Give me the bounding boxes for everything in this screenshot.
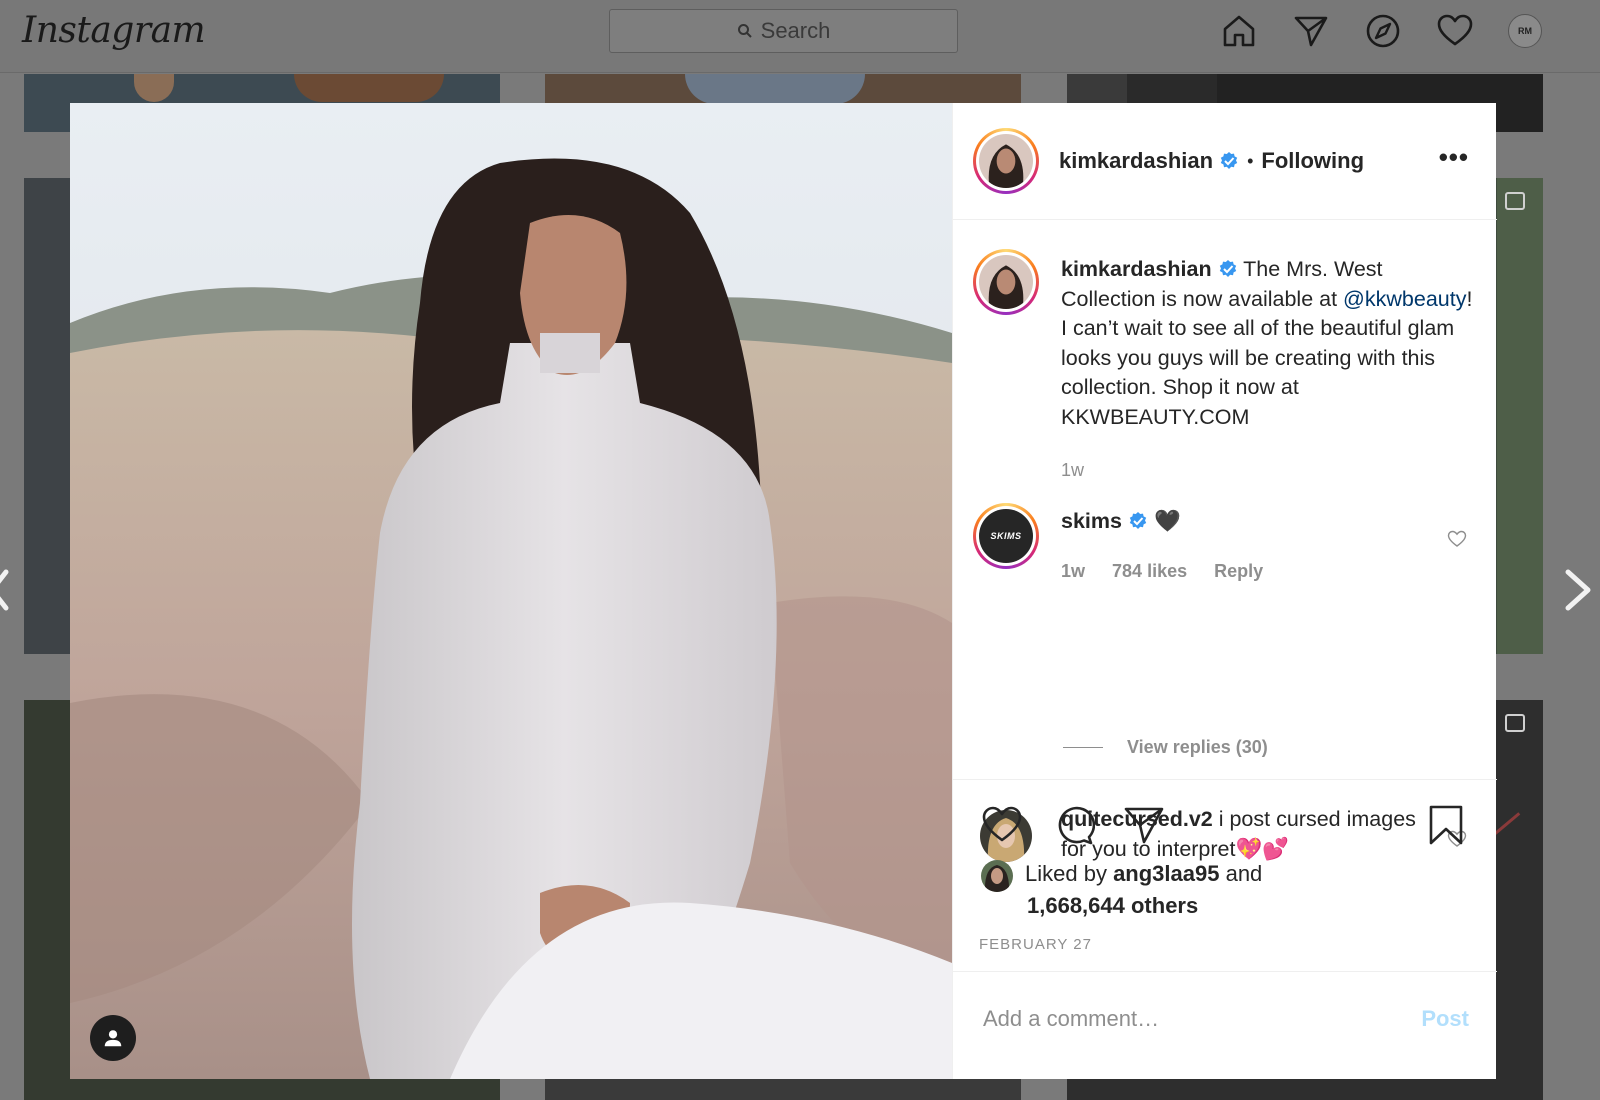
instagram-logo[interactable]: Instagram xyxy=(22,10,206,51)
likes-summary: Liked by ang3laa95 and 1,668,644 others xyxy=(981,858,1262,922)
like-comment-icon[interactable] xyxy=(1447,529,1467,549)
more-options-icon[interactable]: ••• xyxy=(1439,144,1469,170)
view-replies-button[interactable]: View replies (30) xyxy=(1063,737,1268,758)
caption-timestamp: 1w xyxy=(1061,460,1085,480)
like-heart-icon[interactable] xyxy=(981,804,1023,846)
post-date[interactable]: FEBRUARY 27 xyxy=(979,936,1092,953)
liked-by-others[interactable]: 1,668,644 others xyxy=(1027,893,1198,918)
grid-tile[interactable] xyxy=(545,1078,1021,1100)
author-avatar[interactable] xyxy=(973,128,1039,194)
post-photo-illustration xyxy=(70,103,952,1079)
previous-post-arrow[interactable] xyxy=(0,568,10,612)
top-navigation-bar: Instagram Search RM xyxy=(0,0,1600,73)
share-direct-icon[interactable] xyxy=(1123,804,1165,846)
save-bookmark-icon[interactable] xyxy=(1425,804,1467,846)
commenter-avatar[interactable]: SKIMS xyxy=(973,503,1039,569)
explore-icon[interactable] xyxy=(1364,12,1402,50)
post-header: kimkardashian • Following ••• xyxy=(953,103,1497,220)
home-icon[interactable] xyxy=(1220,12,1258,50)
replies-divider xyxy=(1063,747,1103,748)
comment-timestamp: 1w xyxy=(1061,560,1086,581)
comment-item: SKIMS skims 🖤 1w 784 likes Reply xyxy=(973,503,1285,586)
following-button[interactable]: Following xyxy=(1261,148,1364,174)
liker-avatar-image xyxy=(981,860,1013,892)
comment-username[interactable]: skims xyxy=(1061,509,1122,533)
verified-badge-icon xyxy=(1129,512,1147,529)
search-box[interactable]: Search xyxy=(609,9,958,53)
header-separator: • xyxy=(1247,150,1254,171)
author-avatar-image xyxy=(979,134,1033,188)
liked-by-middle: and xyxy=(1219,861,1263,886)
activity-heart-icon[interactable] xyxy=(1436,12,1474,50)
view-replies-label: View replies (30) xyxy=(1127,737,1268,757)
verified-badge-icon xyxy=(1220,152,1238,169)
verified-badge-icon xyxy=(1219,260,1236,277)
user-tag-icon xyxy=(104,1030,122,1047)
caption-username[interactable]: kimkardashian xyxy=(1061,257,1212,281)
mention-link[interactable]: @kkwbeauty xyxy=(1343,287,1466,311)
comment-like-count[interactable]: 784 likes xyxy=(1112,561,1187,581)
next-post-arrow[interactable] xyxy=(1560,568,1596,612)
caption-author-avatar[interactable] xyxy=(973,249,1039,315)
post-modal: kimkardashian • Following ••• kimkardash… xyxy=(70,103,1497,1079)
liked-by-user[interactable]: ang3laa95 xyxy=(1113,861,1219,886)
post-image[interactable] xyxy=(70,103,952,1079)
comment-input[interactable] xyxy=(983,1002,1383,1036)
liker-avatar[interactable] xyxy=(981,860,1013,892)
comment-text: 🖤 xyxy=(1147,509,1181,533)
post-details-panel: kimkardashian • Following ••• kimkardash… xyxy=(952,103,1497,1079)
reply-button[interactable]: Reply xyxy=(1214,561,1263,581)
author-username[interactable]: kimkardashian xyxy=(1059,148,1213,174)
caption: kimkardashian The Mrs. West Collection i… xyxy=(973,249,1481,486)
skims-logo-text: SKIMS xyxy=(990,531,1022,541)
search-placeholder: Search xyxy=(760,18,831,43)
search-icon xyxy=(737,24,752,38)
tagged-users-button[interactable] xyxy=(90,1015,136,1061)
direct-icon[interactable] xyxy=(1292,12,1330,50)
liked-by-prefix: Liked by xyxy=(1025,861,1114,886)
post-actions: Liked by ang3laa95 and 1,668,644 others … xyxy=(953,779,1497,971)
post-comment-button[interactable]: Post xyxy=(1421,1006,1469,1032)
add-comment-bar: Post xyxy=(953,971,1497,1079)
caption-avatar-image xyxy=(979,255,1033,309)
comment-bubble-icon[interactable] xyxy=(1053,804,1095,846)
profile-avatar[interactable]: RM xyxy=(1508,14,1542,48)
